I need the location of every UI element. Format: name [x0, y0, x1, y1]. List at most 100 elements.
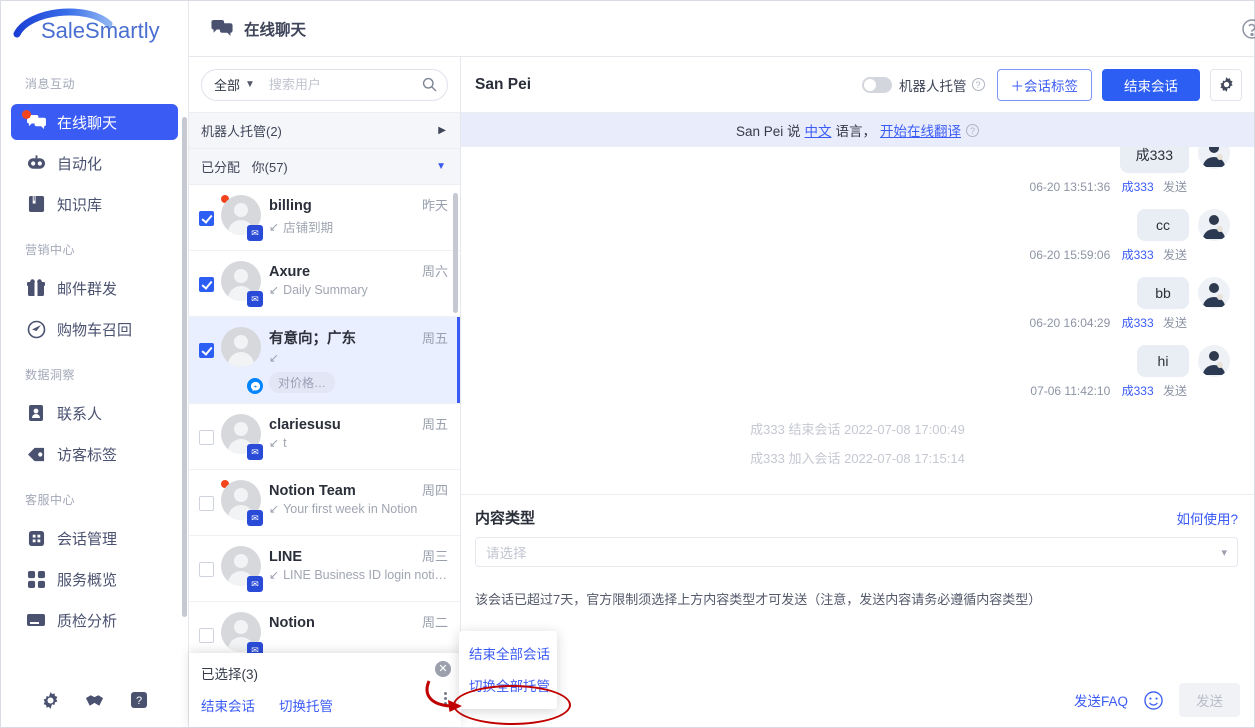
chat-header: San Pei 机器人托管 ? ＋会话标签 结束会话: [461, 57, 1254, 113]
sidebar-item-email-campaign[interactable]: 邮件群发: [11, 270, 178, 306]
filter-dropdown[interactable]: 全部 ▼: [214, 75, 255, 94]
channel-email-icon: ✉: [247, 291, 263, 307]
sidebar-item-session-management[interactable]: 会话管理: [11, 520, 178, 556]
help-circle-icon[interactable]: ?: [972, 78, 985, 91]
row-checkbox[interactable]: [199, 496, 214, 511]
message-status: 发送: [1163, 384, 1187, 398]
group-row-assigned[interactable]: 已分配 你(57) ▼: [189, 149, 460, 185]
gear-icon[interactable]: [1210, 69, 1242, 101]
conversation-tag[interactable]: 对价格…: [269, 372, 335, 393]
language-link[interactable]: 中文: [805, 120, 832, 140]
search-input[interactable]: [269, 77, 422, 92]
avatar: ✉: [221, 261, 261, 306]
row-checkbox[interactable]: [199, 430, 214, 445]
how-to-use-link[interactable]: 如何使用?: [1176, 508, 1238, 528]
content-type-title: 内容类型: [475, 507, 535, 528]
app-root: SaleSmartly 消息互动 在线聊天 自动化: [0, 0, 1255, 728]
sidebar-nav: 消息互动 在线聊天 自动化 知识库 营销中心: [1, 57, 188, 673]
message-status: 发送: [1163, 248, 1187, 262]
sidebar-item-knowledge-base[interactable]: 知识库: [11, 186, 178, 222]
sidebar-item-quality-analysis[interactable]: 质检分析: [11, 602, 178, 638]
gift-icon: [25, 278, 47, 298]
sidebar-item-contacts[interactable]: 联系人: [11, 395, 178, 431]
message-time: 06-20 15:59:06: [1030, 248, 1111, 262]
grid-icon: [25, 569, 47, 589]
sidebar-item-service-overview[interactable]: 服务概览: [11, 561, 178, 597]
message-meta: 06-20 15:59:06 成333 发送: [1030, 246, 1187, 263]
message-row: hi 07-06 11:42:10 成333 发送: [485, 345, 1230, 409]
avatar: [1198, 209, 1230, 241]
notification-dot: [22, 110, 31, 119]
message-list[interactable]: 成333 06-20 13:51:36 成333 发送: [461, 147, 1254, 494]
message-sender[interactable]: 成333: [1122, 316, 1154, 330]
chevron-right-icon: ▶: [438, 125, 446, 136]
row-checkbox[interactable]: [199, 628, 214, 643]
end-session-link[interactable]: 结束会话: [201, 695, 255, 715]
search-box[interactable]: 全部 ▼: [201, 69, 448, 101]
row-checkbox[interactable]: [199, 211, 214, 226]
send-button[interactable]: 发送: [1179, 683, 1240, 717]
avatar: ✉: [221, 414, 261, 459]
end-session-button[interactable]: 结束会话: [1102, 69, 1200, 101]
row-checkbox[interactable]: [199, 343, 214, 358]
contact-name: billing: [269, 198, 312, 214]
svg-text:SaleSmartly: SaleSmartly: [41, 18, 160, 43]
help-circle-icon[interactable]: [1242, 19, 1255, 44]
kebab-menu-icon[interactable]: [444, 690, 447, 707]
settings-gear-icon[interactable]: [42, 692, 59, 709]
list-item[interactable]: ✉ clariesusu 周五 ↙t: [189, 404, 460, 470]
page-title: 在线聊天: [244, 18, 306, 40]
brand-logo[interactable]: SaleSmartly: [1, 1, 188, 57]
topbar: 在线聊天: [189, 1, 1254, 57]
send-faq-button[interactable]: 发送FAQ: [1074, 690, 1128, 710]
list-item[interactable]: ✉ billing 昨天 ↙店铺到期: [189, 185, 460, 251]
chevron-down-icon: ▼: [436, 161, 446, 172]
question-mark-icon[interactable]: ?: [131, 692, 147, 708]
sidebar-item-cart-recall[interactable]: 购物车召回: [11, 311, 178, 347]
menu-item-switch-all-hosting[interactable]: 切换全部托管: [459, 669, 557, 701]
message-time: 06-20 13:51:36: [1030, 180, 1111, 194]
cart-recall-icon: [25, 319, 47, 339]
robot-hosting-toggle[interactable]: [862, 77, 892, 93]
close-icon[interactable]: ✕: [435, 661, 451, 677]
conversation-list[interactable]: ✉ billing 昨天 ↙店铺到期: [189, 185, 460, 727]
add-session-tag-button[interactable]: ＋会话标签: [997, 69, 1093, 101]
group-row-bot-hosted[interactable]: 机器人托管(2) ▶: [189, 113, 460, 149]
right-area: 在线聊天 全部 ▼: [189, 1, 1254, 727]
list-item[interactable]: ✉ LINE 周三 ↙LINE Business ID login noti…: [189, 536, 460, 602]
robot-hosting-toggle-wrap: 机器人托管 ?: [862, 75, 985, 95]
outgoing-arrow-icon: ↙: [269, 351, 279, 365]
row-checkbox[interactable]: [199, 277, 214, 292]
search-icon[interactable]: [422, 77, 437, 92]
list-item[interactable]: ✉ Axure 周六 ↙Daily Summary: [189, 251, 460, 317]
row-checkbox[interactable]: [199, 562, 214, 577]
content-type-select[interactable]: 请选择 ▾: [475, 537, 1238, 567]
menu-item-end-all-sessions[interactable]: 结束全部会话: [459, 637, 557, 669]
sidebar-footer: ?: [1, 673, 188, 727]
chat-bubbles-icon: [25, 112, 47, 132]
message-sender[interactable]: 成333: [1122, 384, 1154, 398]
list-item[interactable]: 有意向；广东 周五 ↙ 对价格…: [189, 317, 460, 404]
timestamp: 周四: [422, 480, 448, 499]
chevron-down-icon: ▾: [1221, 546, 1227, 559]
sidebar-item-visitor-tags[interactable]: 访客标签: [11, 436, 178, 472]
help-circle-icon[interactable]: ?: [966, 124, 979, 137]
list-item[interactable]: ✉ Notion Team 周四 ↙Your first week in Not…: [189, 470, 460, 536]
sidebar-scrollbar[interactable]: [182, 117, 187, 617]
bulk-actions-menu: 结束全部会话 切换全部托管: [459, 631, 557, 709]
nav-group-title-0: 消息互动: [1, 61, 188, 99]
message-sender[interactable]: 成333: [1122, 248, 1154, 262]
sidebar: SaleSmartly 消息互动 在线聊天 自动化: [1, 1, 189, 727]
sidebar-item-live-chat[interactable]: 在线聊天: [11, 104, 178, 140]
message-sender[interactable]: 成333: [1122, 180, 1154, 194]
start-translate-link[interactable]: 开始在线翻译: [880, 120, 961, 140]
emoji-smile-icon[interactable]: [1144, 691, 1163, 710]
message-meta: 07-06 11:42:10 成333 发送: [1030, 382, 1187, 399]
contact-name: Notion: [269, 615, 315, 631]
sidebar-item-label: 访客标签: [57, 444, 117, 465]
contact-name: clariesusu: [269, 417, 341, 433]
conversation-list-scrollbar[interactable]: [453, 193, 458, 313]
switch-hosting-link[interactable]: 切换托管: [279, 695, 333, 715]
sidebar-item-automation[interactable]: 自动化: [11, 145, 178, 181]
handshake-icon[interactable]: [85, 693, 104, 708]
